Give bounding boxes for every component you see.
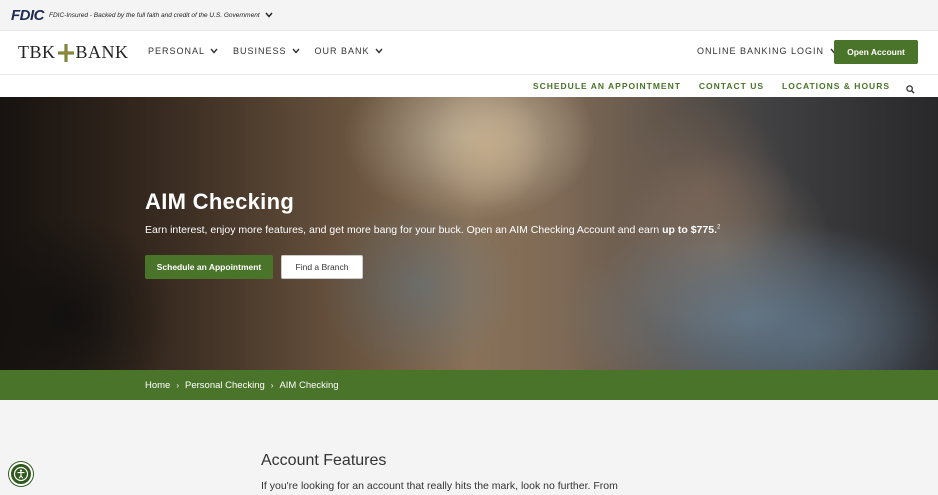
fdic-logo: FDIC (11, 6, 45, 24)
nav-label: BUSINESS (233, 46, 287, 56)
utility-links: SCHEDULE AN APPOINTMENT CONTACT US LOCAT… (533, 81, 890, 91)
breadcrumb-personal-checking[interactable]: Personal Checking (185, 380, 265, 391)
nav-item-business[interactable]: BUSINESS (233, 46, 300, 56)
hero-offer-amount: up to $775. (662, 224, 717, 236)
contact-us-link[interactable]: CONTACT US (699, 81, 764, 91)
accessibility-icon[interactable] (9, 462, 33, 486)
fdic-disclaimer: FDIC-Insured - Backed by the full faith … (49, 11, 260, 19)
breadcrumb-separator-icon: › (270, 380, 274, 390)
main-content: Account Features If you're looking for a… (0, 400, 938, 495)
chevron-down-icon (375, 48, 383, 54)
nav-item-our-bank[interactable]: OUR BANK (315, 46, 383, 56)
online-banking-label: ONLINE BANKING LOGIN (697, 46, 825, 56)
fdic-bar: FDIC FDIC-Insured - Backed by the full f… (0, 0, 938, 31)
open-account-button[interactable]: Open Account (834, 40, 918, 64)
chevron-down-icon (292, 48, 300, 54)
logo-text-right: BANK (75, 42, 129, 62)
nav-label: OUR BANK (314, 46, 370, 56)
main-nav: PERSONAL BUSINESS OUR BANK (148, 46, 398, 56)
hero-title: AIM Checking (145, 189, 295, 214)
section-paragraph: If you're looking for an account that re… (261, 480, 618, 492)
utility-bar: SCHEDULE AN APPOINTMENT CONTACT US LOCAT… (0, 74, 938, 97)
nav-item-personal[interactable]: PERSONAL (148, 46, 218, 56)
breadcrumb: Home › Personal Checking › AIM Checking (0, 370, 938, 400)
footnote-ref[interactable]: 2 (717, 225, 720, 231)
chevron-down-icon[interactable] (265, 11, 273, 19)
schedule-appointment-button[interactable]: Schedule an Appointment (145, 255, 273, 279)
section-heading: Account Features (261, 452, 387, 469)
chevron-down-icon (210, 48, 218, 54)
tbk-bank-logo[interactable]: TBK BANK (18, 42, 129, 63)
site-header: TBK BANK PERSONAL BUSINESS OUR BANK ONLI… (0, 31, 938, 74)
hero-subtitle: Earn interest, enjoy more features, and … (145, 224, 721, 236)
logo-cross-icon (57, 43, 74, 62)
find-branch-button[interactable]: Find a Branch (281, 255, 363, 279)
online-banking-login[interactable]: ONLINE BANKING LOGIN (697, 46, 838, 56)
logo-text-left: TBK (18, 42, 56, 62)
nav-label: PERSONAL (148, 46, 206, 56)
hero-banner: AIM Checking Earn interest, enjoy more f… (0, 97, 938, 370)
breadcrumb-current: AIM Checking (279, 379, 339, 391)
breadcrumb-separator-icon: › (176, 380, 180, 390)
schedule-appointment-link[interactable]: SCHEDULE AN APPOINTMENT (533, 81, 681, 91)
locations-hours-link[interactable]: LOCATIONS & HOURS (782, 81, 890, 91)
breadcrumb-home[interactable]: Home (145, 380, 170, 391)
